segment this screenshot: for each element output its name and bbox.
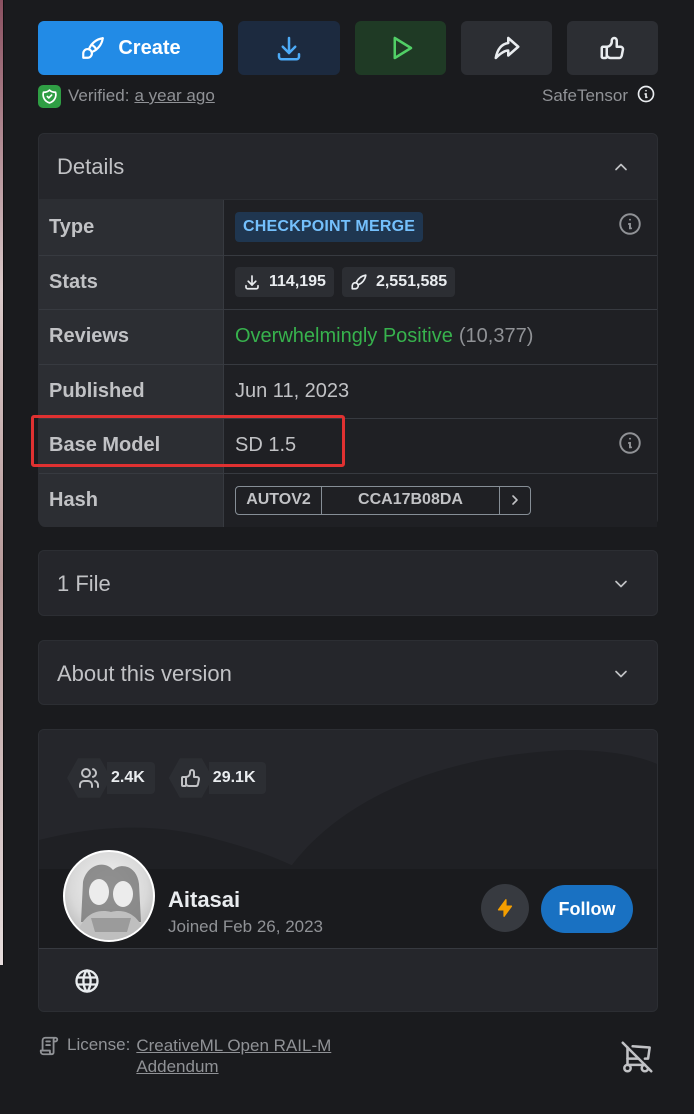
avatar[interactable]: [63, 850, 155, 942]
files-panel: 1 File: [38, 550, 658, 616]
review-count: (10,377): [458, 325, 534, 348]
likes-stat: 29.1K: [168, 756, 266, 800]
play-icon: [393, 36, 412, 60]
share-icon: [493, 36, 519, 60]
chevron-down-icon: [615, 580, 627, 587]
creator-links: [39, 948, 657, 1011]
like-button[interactable]: [567, 21, 658, 75]
format-label: SafeTensor: [542, 86, 628, 105]
bolt-icon: [497, 899, 513, 917]
download-icon: [245, 275, 259, 290]
thumbs-up-icon: [600, 36, 624, 60]
download-icon: [277, 36, 301, 61]
table-row: Reviews Overwhelmingly Positive (10,377): [39, 309, 657, 364]
reviews-label: Reviews: [39, 310, 224, 364]
users-icon: [67, 758, 111, 798]
hash-label: Hash: [39, 473, 224, 527]
verified-time-link[interactable]: a year ago: [134, 86, 214, 106]
files-title: 1 File: [57, 570, 111, 596]
followers-count: 2.4K: [107, 762, 155, 794]
stats-label: Stats: [39, 255, 224, 309]
follow-button[interactable]: Follow: [541, 885, 633, 933]
chevron-up-icon: [615, 163, 627, 170]
create-button[interactable]: Create: [38, 21, 223, 75]
stats-value-cell: 114,195 2,551,585: [224, 255, 657, 309]
downloads-stat: 114,195: [235, 267, 334, 298]
hash-next-button[interactable]: [500, 487, 530, 514]
type-label: Type: [39, 200, 224, 255]
base-model-value-cell: SD 1.5: [224, 419, 657, 473]
thumbs-up-icon: [168, 758, 213, 798]
license-link-line1[interactable]: CreativeML Open RAIL-M: [136, 1036, 331, 1055]
generations-stat: 2,551,585: [341, 267, 456, 298]
details-title: Details: [57, 153, 125, 179]
published-date: Jun 11, 2023: [235, 379, 350, 402]
table-row: Type CHECKPOINT MERGE: [39, 200, 657, 255]
creator-stats: 2.4K 29.1K: [67, 756, 280, 800]
base-model-label: Base Model: [39, 419, 224, 473]
license-info: License: CreativeML Open RAIL-M Addendum: [38, 1035, 331, 1077]
generations-count: 2,551,585: [375, 273, 448, 291]
table-row: Published Jun 11, 2023: [39, 363, 657, 418]
creator-card: 2.4K 29.1K Aitasai Joined Feb 26, 2023 F…: [38, 729, 658, 1012]
details-header[interactable]: Details: [39, 134, 657, 200]
type-value-cell: CHECKPOINT MERGE: [224, 200, 657, 255]
review-sentiment[interactable]: Overwhelmingly Positive: [235, 325, 453, 348]
type-badge: CHECKPOINT MERGE: [235, 212, 424, 243]
license-label: License:: [67, 1035, 131, 1054]
about-title: About this version: [57, 660, 232, 686]
base-model-value: SD 1.5: [235, 434, 297, 457]
brush-icon: [351, 274, 367, 290]
edge-divider: [3, 0, 4, 965]
hash-value-copy[interactable]: CCA17B08DA: [322, 486, 500, 514]
license-link[interactable]: CreativeML Open RAIL-M Addendum: [136, 1035, 331, 1077]
download-button[interactable]: [238, 21, 340, 75]
hash-algorithm-toggle[interactable]: AUTOV2: [236, 486, 322, 514]
followers-stat: 2.4K: [67, 756, 155, 800]
verified-status: Verified: a year ago: [38, 84, 215, 108]
table-row: Stats 114,195 2,551,585: [39, 254, 657, 309]
info-icon[interactable]: [617, 430, 643, 462]
hash-group: AUTOV2 CCA17B08DA: [235, 485, 531, 515]
details-table: Type CHECKPOINT MERGE Stats 114,195 2,55…: [39, 200, 657, 527]
details-panel: Details Type CHECKPOINT MERGE Stats 114,…: [38, 133, 658, 527]
creator-joined: Joined Feb 26, 2023: [168, 917, 324, 936]
globe-icon[interactable]: [73, 967, 101, 1000]
chevron-right-icon: [512, 495, 518, 506]
chevron-down-icon: [615, 670, 627, 677]
published-label: Published: [39, 364, 224, 418]
table-row: Hash AUTOV2 CCA17B08DA: [39, 472, 657, 527]
info-icon[interactable]: [617, 211, 643, 243]
table-row: Base Model SD 1.5: [39, 418, 657, 473]
about-panel: About this version: [38, 640, 658, 705]
share-button[interactable]: [461, 21, 552, 75]
tip-button[interactable]: [481, 884, 529, 932]
format-indicator: SafeTensor: [542, 84, 656, 108]
create-button-label: Create: [118, 36, 181, 59]
downloads-count: 114,195: [269, 273, 326, 291]
published-value: Jun 11, 2023: [224, 364, 657, 418]
creator-username[interactable]: Aitasai: [168, 887, 240, 913]
hash-value-cell: AUTOV2 CCA17B08DA: [224, 473, 657, 527]
action-bar: Create: [38, 21, 658, 75]
reviews-value-cell[interactable]: Overwhelmingly Positive (10,377): [224, 310, 657, 364]
files-header[interactable]: 1 File: [39, 551, 657, 616]
license-link-line2[interactable]: Addendum: [136, 1057, 218, 1076]
likes-count: 29.1K: [208, 762, 266, 794]
about-header[interactable]: About this version: [39, 641, 657, 706]
license-icon: [39, 1036, 59, 1056]
info-icon[interactable]: [636, 84, 656, 109]
brush-icon: [82, 37, 105, 59]
shield-check-icon: [38, 84, 61, 108]
verified-label: Verified:: [68, 86, 130, 105]
cart-off-icon[interactable]: [618, 1038, 656, 1081]
run-button[interactable]: [355, 21, 446, 75]
